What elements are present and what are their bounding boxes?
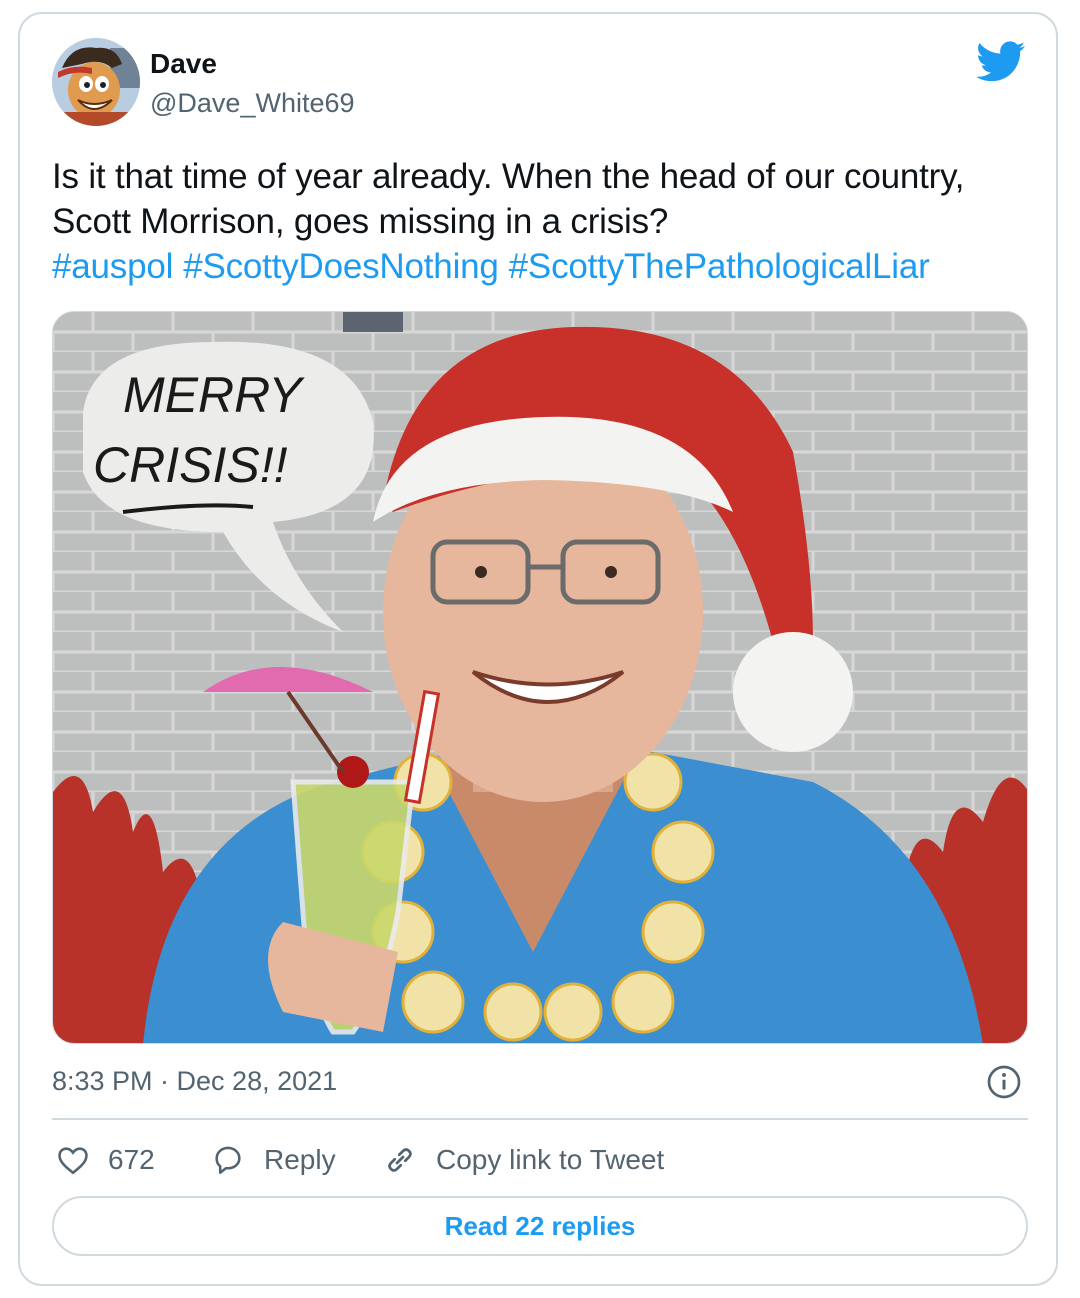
reply-label: Reply [264,1144,336,1175]
tweet-text: Is it that time of year already. When th… [52,154,1042,289]
tweet-card: Dave @Dave_White69 Is it that time of ye… [18,12,1058,1286]
reply-button[interactable]: Reply [210,1138,336,1182]
display-name[interactable]: Dave [150,48,217,80]
like-count: 672 [108,1144,155,1175]
hashtag-link[interactable]: #auspol [52,247,173,286]
avatar[interactable] [52,38,140,126]
tweet-text-line: Is it that time of year already. When th… [52,157,965,196]
tweet-timestamp[interactable]: 8:33 PM · Dec 28, 2021 [52,1066,337,1097]
copy-link-label: Copy link to Tweet [436,1144,665,1175]
user-handle[interactable]: @Dave_White69 [150,88,355,119]
copy-link-button[interactable]: Copy link to Tweet [382,1138,664,1182]
like-button[interactable]: 672 [56,1138,155,1182]
link-icon [388,1148,412,1172]
tweet-text-line: Scott Morrison, goes missing in a crisis… [52,202,669,241]
info-icon[interactable] [986,1064,1022,1100]
divider [52,1118,1028,1120]
twitter-bird-icon[interactable] [976,40,1026,84]
tweet-image[interactable]: MERRY CRISIS!! [52,311,1028,1044]
hashtag-link[interactable]: #ScottyDoesNothing [183,247,499,286]
hashtag-list: #auspol #ScottyDoesNothing #ScottyThePatho… [52,244,1042,289]
read-replies-button[interactable]: Read 22 replies [52,1196,1028,1256]
hashtag-link[interactable]: #ScottyThePathologicalLiar [509,247,930,286]
heart-icon [58,1147,88,1175]
speech-bubble-text: CRISIS!! [93,437,288,493]
speech-bubble-text: MERRY [123,367,305,423]
reply-bubble-icon [215,1146,241,1175]
action-bar: 672 Reply Copy link to Tweet [52,1138,1028,1182]
